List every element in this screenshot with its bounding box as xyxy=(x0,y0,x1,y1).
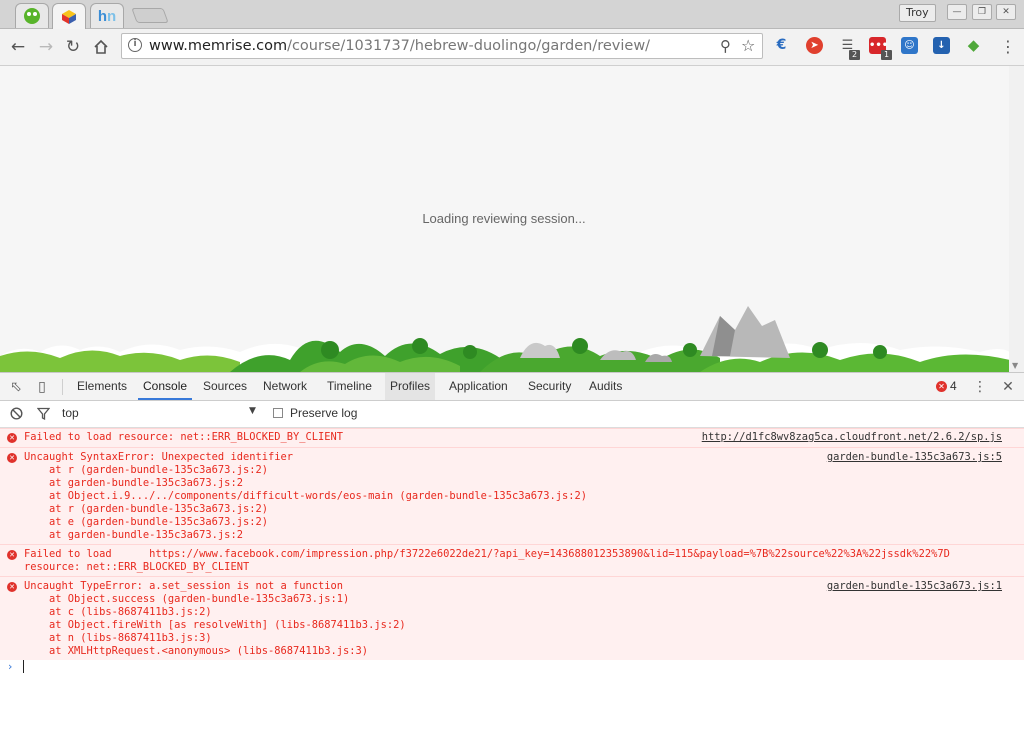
stack-line: at XMLHttpRequest.<anonymous> (libs-8687… xyxy=(24,645,369,657)
page-viewport: Loading reviewing session... ▼ xyxy=(0,66,1024,372)
message-line: resource: net::ERR_BLOCKED_BY_CLIENT xyxy=(24,561,250,573)
stack-line: at r (garden-bundle-135c3a673.js:2) xyxy=(24,464,268,476)
error-icon: ✕ xyxy=(7,453,17,463)
tab-memrise[interactable] xyxy=(52,3,86,29)
message-line: Uncaught SyntaxError: Unexpected identif… xyxy=(24,451,293,463)
restore-icon: ❐ xyxy=(977,7,987,17)
download-extension-icon[interactable]: ↓ xyxy=(933,37,950,54)
user-extension-icon[interactable]: ☺ xyxy=(901,37,918,54)
new-tab-button[interactable] xyxy=(131,8,169,23)
console-message[interactable]: ✕ Uncaught TypeError: a.set_session is n… xyxy=(0,576,1024,660)
rocket-extension-icon[interactable]: ➤ xyxy=(806,37,823,54)
tab-strip: hn Troy — ❐ ✕ xyxy=(0,0,1024,29)
message-line: Uncaught TypeError: a.set_session is not… xyxy=(24,580,344,592)
garden-landscape-illustration xyxy=(0,306,1010,372)
stack-line: at Object.i.9.../../components/difficult… xyxy=(24,490,588,502)
todo-extension-badge: 1 xyxy=(881,50,892,60)
message-source-link[interactable]: http://d1fc8wv8zag5ca.cloudfront.net/2.6… xyxy=(702,431,1002,444)
stack-line: at Object.success (garden-bundle-135c3a6… xyxy=(24,593,350,605)
console-messages: ✕ Failed to load resource: net::ERR_BLOC… xyxy=(0,428,1024,744)
console-message[interactable]: ✕ Uncaught SyntaxError: Unexpected ident… xyxy=(0,447,1024,544)
minimize-button[interactable]: — xyxy=(947,4,967,20)
hm-logo-icon: hn xyxy=(97,7,117,25)
vertical-dots-icon: ⋮ xyxy=(1000,37,1016,56)
arrow-right-icon: → xyxy=(38,37,54,57)
filter-icon[interactable] xyxy=(37,407,50,420)
feedly-extension-icon[interactable]: ◆ xyxy=(965,37,982,54)
forward-button[interactable]: → xyxy=(36,37,56,57)
info-icon[interactable]: i xyxy=(128,38,142,52)
scroll-down-arrow-icon[interactable]: ▼ xyxy=(1012,361,1018,370)
bookmark-star-icon[interactable]: ☆ xyxy=(741,36,755,55)
tab-hm[interactable]: hn xyxy=(90,3,124,28)
address-bar[interactable]: i www.memrise.com/course/1031737/hebrew-… xyxy=(121,33,763,59)
euro-extension-icon[interactable]: € xyxy=(773,37,790,54)
tab-audits[interactable]: Audits xyxy=(584,373,627,400)
minimize-icon: — xyxy=(952,7,962,17)
stack-line: at c (libs-8687411b3.js:2) xyxy=(24,606,212,618)
tab-console[interactable]: Console xyxy=(138,373,193,400)
home-icon xyxy=(94,39,108,54)
message-source-link[interactable]: garden-bundle-135c3a673.js:5 xyxy=(827,451,1002,464)
url-text: www.memrise.com/course/1031737/hebrew-du… xyxy=(149,38,651,54)
browser-menu-button[interactable]: ⋮ xyxy=(1000,36,1016,58)
back-button[interactable]: ← xyxy=(8,37,28,57)
chevron-down-icon[interactable]: ▼ xyxy=(249,406,256,416)
stack-line: at r (garden-bundle-135c3a673.js:2) xyxy=(24,503,268,515)
list-extension-badge: 2 xyxy=(849,50,860,60)
error-icon: ✕ xyxy=(7,433,17,443)
error-count[interactable]: 4 xyxy=(950,379,957,393)
error-count-icon[interactable]: ✕ xyxy=(936,381,947,392)
preserve-log-checkbox[interactable] xyxy=(273,408,283,418)
toolbar-divider xyxy=(62,379,63,395)
preserve-log-label: Preserve log xyxy=(290,406,358,420)
close-devtools-icon[interactable]: ✕ xyxy=(999,378,1017,396)
devtools-tab-bar: ⬁ ▯ Elements Console Sources Network Tim… xyxy=(0,373,1024,401)
profile-button[interactable]: Troy xyxy=(899,4,936,22)
message-line: Failed to load resource: net::ERR_BLOCKE… xyxy=(24,431,344,443)
console-filter-bar: top ▼ Preserve log xyxy=(0,401,1024,428)
stack-line: at garden-bundle-135c3a673.js:2 xyxy=(24,529,243,541)
reload-icon: ↻ xyxy=(65,37,81,57)
tab-sources[interactable]: Sources xyxy=(198,373,252,400)
error-icon: ✕ xyxy=(7,550,17,560)
devtools-panel: ⬁ ▯ Elements Console Sources Network Tim… xyxy=(0,372,1024,744)
tab-profiles[interactable]: Profiles xyxy=(385,373,436,400)
stack-line: at garden-bundle-135c3a673.js:2 xyxy=(24,477,243,489)
maximize-button[interactable]: ❐ xyxy=(972,4,992,20)
context-selector[interactable]: top xyxy=(62,406,79,420)
error-icon: ✕ xyxy=(7,582,17,592)
message-source-link[interactable]: garden-bundle-135c3a673.js:1 xyxy=(827,580,1002,593)
reload-button[interactable]: ↻ xyxy=(63,37,83,57)
arrow-left-icon: ← xyxy=(10,37,26,57)
home-button[interactable] xyxy=(91,37,111,57)
tab-elements[interactable]: Elements xyxy=(72,373,132,400)
tab-duolingo[interactable] xyxy=(15,3,49,28)
zoom-icon[interactable]: ⚲ xyxy=(720,37,731,55)
stack-line: at e (garden-bundle-135c3a673.js:2) xyxy=(24,516,268,528)
console-message[interactable]: ✕ Failed to load https://www.facebook.co… xyxy=(0,544,1024,576)
console-message[interactable]: ✕ Failed to load resource: net::ERR_BLOC… xyxy=(0,428,1024,447)
tab-application[interactable]: Application xyxy=(444,373,513,400)
tab-security[interactable]: Security xyxy=(523,373,576,400)
tab-network[interactable]: Network xyxy=(258,373,312,400)
loading-message: Loading reviewing session... xyxy=(422,211,586,226)
console-prompt-chevron-icon: › xyxy=(8,660,13,673)
tab-timeline[interactable]: Timeline xyxy=(322,373,377,400)
close-icon: ✕ xyxy=(1002,7,1010,17)
stack-line: at Object.fireWith [as resolveWith] (lib… xyxy=(24,619,406,631)
browser-toolbar: ← → ↻ i www.memrise.com/course/1031737/h… xyxy=(0,29,1024,66)
message-line: Failed to load https://www.facebook.com/… xyxy=(24,548,950,560)
close-window-button[interactable]: ✕ xyxy=(996,4,1016,20)
stack-line: at n (libs-8687411b3.js:3) xyxy=(24,632,212,644)
memrise-logo-icon xyxy=(62,9,76,24)
console-input-caret[interactable] xyxy=(23,660,24,673)
devtools-menu-icon[interactable]: ⋮ xyxy=(971,378,989,396)
duolingo-owl-icon xyxy=(24,8,40,24)
inspect-element-icon[interactable]: ⬁ xyxy=(7,378,25,396)
clear-console-icon[interactable] xyxy=(10,407,23,420)
page-scrollbar[interactable]: ▼ xyxy=(1009,66,1024,372)
device-toolbar-icon[interactable]: ▯ xyxy=(33,378,51,396)
